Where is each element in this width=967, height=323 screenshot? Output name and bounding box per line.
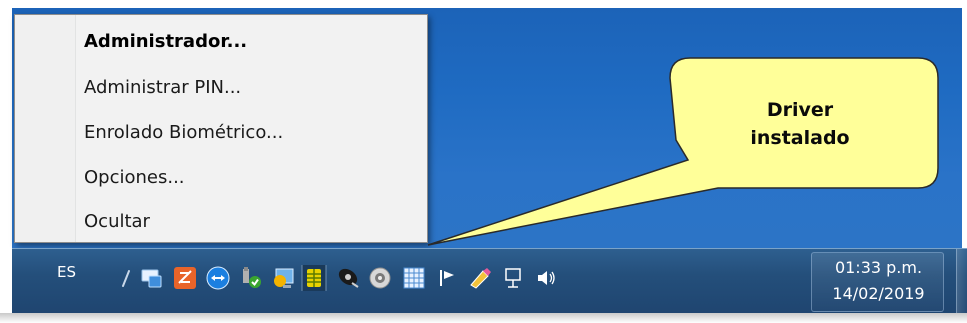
screenshot-frame: Administrador... Administrar PIN... Enro… — [0, 0, 967, 323]
show-desktop-button[interactable] — [956, 249, 967, 314]
callout-label: Driver instalado — [664, 64, 936, 184]
clock-date: 14/02/2019 — [832, 284, 925, 303]
orange-app-icon[interactable] — [172, 265, 198, 291]
display-settings-icon[interactable] — [270, 265, 296, 291]
frame-bottom-shadow — [0, 313, 967, 323]
keyboard-grid-icon[interactable] — [401, 265, 427, 291]
teamviewer-icon[interactable] — [205, 265, 231, 291]
satellite-icon[interactable] — [336, 265, 362, 291]
network-monitor-icon[interactable] — [139, 265, 165, 291]
volume-icon[interactable] — [533, 265, 559, 291]
wired-network-icon[interactable] — [501, 265, 527, 291]
media-play-icon[interactable] — [434, 265, 460, 291]
callout-line-2: instalado — [750, 127, 850, 149]
clock[interactable]: 01:33 p.m. 14/02/2019 — [811, 252, 944, 312]
language-indicator[interactable]: ES — [57, 263, 76, 281]
taskbar: ES 01:33 p.m. 14/02/2019 — [12, 248, 967, 314]
clock-time: 01:33 p.m. — [834, 258, 923, 277]
pencil-paint-icon[interactable] — [467, 265, 493, 291]
safely-remove-hardware-icon[interactable] — [238, 265, 264, 291]
disc-icon[interactable] — [367, 265, 393, 291]
smartcard-driver-icon[interactable] — [301, 265, 327, 291]
show-hidden-icons-arrow-icon[interactable] — [113, 265, 139, 291]
callout-line-1: Driver — [766, 99, 834, 121]
